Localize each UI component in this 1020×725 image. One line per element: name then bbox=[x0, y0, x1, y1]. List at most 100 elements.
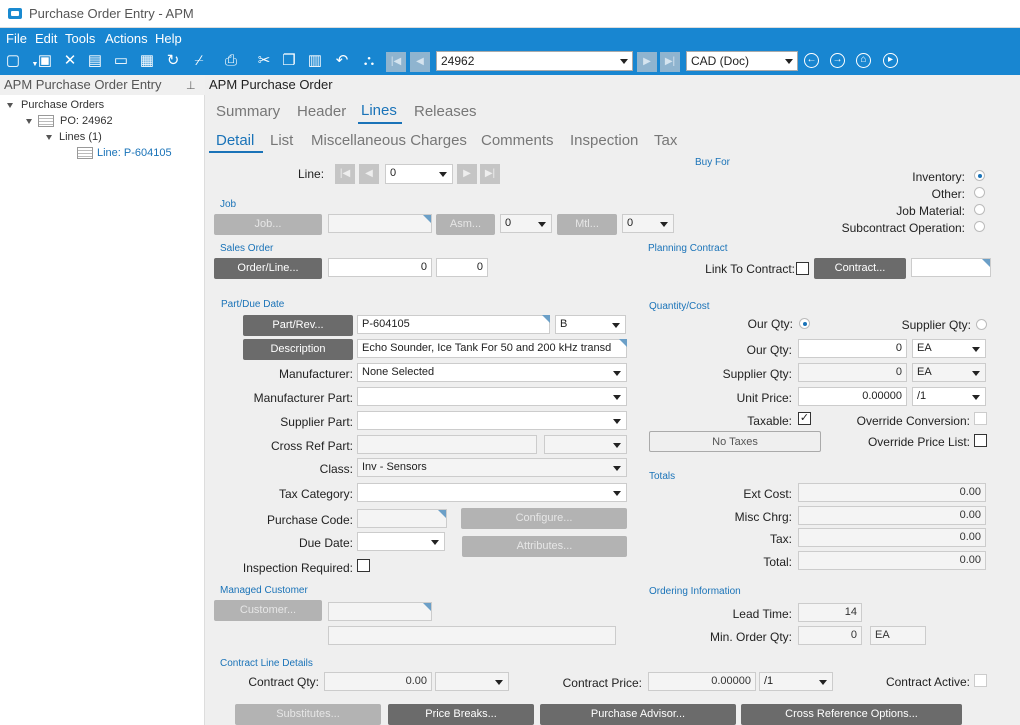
tree-node-purchase-orders[interactable]: Purchase Orders bbox=[21, 99, 104, 111]
attributes-button[interactable]: Attributes... bbox=[462, 536, 627, 557]
our-qty-radio[interactable] bbox=[799, 318, 810, 329]
prev-line-icon[interactable]: ◀ bbox=[359, 164, 379, 184]
paste-icon[interactable]: ▥ bbox=[306, 52, 324, 70]
menu-file[interactable]: File bbox=[6, 31, 27, 46]
tax-category-select[interactable] bbox=[357, 483, 627, 502]
manufacturer-part-select[interactable] bbox=[357, 387, 627, 406]
last-line-icon[interactable]: ▶| bbox=[480, 164, 500, 184]
job-button[interactable]: Job... bbox=[214, 214, 322, 235]
new-icon[interactable]: ▢ bbox=[4, 52, 22, 70]
override-conversion-checkbox[interactable] bbox=[974, 412, 987, 425]
contract-per-select[interactable]: /1 bbox=[759, 672, 833, 691]
cross-ref-rev-select[interactable] bbox=[544, 435, 627, 454]
expand-icon[interactable] bbox=[7, 103, 13, 108]
pin-icon[interactable]: ⊥ bbox=[186, 79, 196, 92]
mtl-button[interactable]: Mtl... bbox=[557, 214, 617, 235]
customer-button[interactable]: Customer... bbox=[214, 600, 322, 621]
prev-record-icon[interactable]: ◀ bbox=[410, 52, 430, 72]
subtab-tax[interactable]: Tax bbox=[654, 132, 677, 149]
tree-node-line[interactable]: Line: P-604105 bbox=[97, 147, 172, 159]
refresh-data-icon[interactable]: ▦ bbox=[138, 52, 156, 70]
override-price-list-checkbox[interactable] bbox=[974, 434, 987, 447]
line-select[interactable]: 0 bbox=[385, 164, 453, 184]
search-binoculars-icon[interactable]: ⛬ bbox=[360, 52, 378, 70]
order-field[interactable]: 0 bbox=[328, 258, 432, 277]
tab-summary[interactable]: Summary bbox=[216, 103, 280, 120]
undo-icon[interactable]: ↶ bbox=[333, 52, 351, 70]
tree-node-po[interactable]: PO: 24962 bbox=[60, 115, 113, 127]
tab-releases[interactable]: Releases bbox=[414, 103, 477, 120]
delete-icon[interactable]: ✕ bbox=[61, 52, 79, 70]
subtab-detail[interactable]: Detail bbox=[216, 132, 254, 149]
cross-ref-part-field[interactable] bbox=[357, 435, 537, 454]
subtab-comments[interactable]: Comments bbox=[481, 132, 554, 149]
supplier-part-select[interactable] bbox=[357, 411, 627, 430]
part-rev-button[interactable]: Part/Rev... bbox=[243, 315, 353, 336]
subtab-misc-charges[interactable]: Miscellaneous Charges bbox=[311, 132, 467, 149]
order-line-button[interactable]: Order/Line... bbox=[214, 258, 322, 279]
po-number-combo[interactable]: 24962 bbox=[436, 51, 633, 71]
attachments-icon[interactable]: ▤ bbox=[86, 52, 104, 70]
due-date-picker[interactable] bbox=[357, 532, 445, 551]
part-field[interactable]: P-604105 bbox=[357, 315, 550, 334]
supplier-qty-field[interactable]: 0 bbox=[798, 363, 907, 382]
forward-icon[interactable]: → bbox=[830, 53, 845, 68]
buy-for-inventory-radio[interactable] bbox=[974, 170, 985, 181]
copy-icon[interactable]: ❐ bbox=[280, 52, 298, 70]
expand-icon[interactable] bbox=[46, 135, 52, 140]
link-to-contract-checkbox[interactable] bbox=[796, 262, 809, 275]
menu-help[interactable]: Help bbox=[155, 31, 182, 46]
cross-reference-options-button[interactable]: Cross Reference Options... bbox=[741, 704, 962, 725]
price-per-select[interactable]: /1 bbox=[912, 387, 986, 406]
no-taxes-button[interactable]: No Taxes bbox=[649, 431, 821, 452]
description-field[interactable]: Echo Sounder, Ice Tank For 50 and 200 kH… bbox=[357, 339, 627, 358]
contract-button[interactable]: Contract... bbox=[814, 258, 906, 279]
tab-lines[interactable]: Lines bbox=[361, 102, 397, 119]
buy-for-job-material-radio[interactable] bbox=[974, 204, 985, 215]
contract-uom-select[interactable] bbox=[435, 672, 509, 691]
menu-edit[interactable]: Edit bbox=[35, 31, 57, 46]
menu-actions[interactable]: Actions bbox=[105, 31, 148, 46]
substitutes-button[interactable]: Substitutes... bbox=[235, 704, 381, 725]
asm-button[interactable]: Asm... bbox=[436, 214, 495, 235]
customer-field[interactable] bbox=[328, 602, 432, 621]
manufacturer-select[interactable]: None Selected bbox=[357, 363, 627, 382]
home-icon[interactable]: ⌂ bbox=[856, 53, 871, 68]
first-record-icon[interactable]: |◀ bbox=[386, 52, 406, 72]
subtab-list[interactable]: List bbox=[270, 132, 293, 149]
clear-icon[interactable]: ▭ bbox=[112, 52, 130, 70]
asm-select[interactable]: 0 bbox=[500, 214, 552, 233]
menu-tools[interactable]: Tools bbox=[65, 31, 95, 46]
buy-for-subcontract-radio[interactable] bbox=[974, 221, 985, 232]
description-button[interactable]: Description bbox=[243, 339, 353, 360]
tree-node-lines[interactable]: Lines (1) bbox=[59, 131, 102, 143]
buy-for-other-radio[interactable] bbox=[974, 187, 985, 198]
subtab-inspection[interactable]: Inspection bbox=[570, 132, 638, 149]
revision-select[interactable]: B bbox=[555, 315, 626, 334]
supplier-qty-radio[interactable] bbox=[976, 319, 987, 330]
job-field[interactable] bbox=[328, 214, 432, 233]
price-breaks-button[interactable]: Price Breaks... bbox=[388, 704, 534, 725]
tab-header[interactable]: Header bbox=[297, 103, 346, 120]
last-record-icon[interactable]: ▶| bbox=[660, 52, 680, 72]
supplier-uom-select[interactable]: EA bbox=[912, 363, 986, 382]
inspection-required-checkbox[interactable] bbox=[357, 559, 370, 572]
expand-icon[interactable] bbox=[26, 119, 32, 124]
taxable-checkbox[interactable]: ✓ bbox=[798, 412, 811, 425]
our-qty-field[interactable]: 0 bbox=[798, 339, 907, 358]
next-record-icon[interactable]: ▶ bbox=[637, 52, 657, 72]
contract-active-checkbox[interactable] bbox=[974, 674, 987, 687]
class-select[interactable]: Inv - Sensors bbox=[357, 458, 627, 477]
purchase-code-field[interactable] bbox=[357, 509, 447, 528]
refresh-icon[interactable]: ↻ bbox=[164, 52, 182, 70]
back-icon[interactable]: ← bbox=[804, 53, 819, 68]
print-icon[interactable]: ⎙ bbox=[222, 52, 240, 70]
play-icon[interactable]: ▸ bbox=[883, 53, 898, 68]
unit-price-field[interactable]: 0.00000 bbox=[798, 387, 907, 406]
currency-combo[interactable]: CAD (Doc) bbox=[686, 51, 798, 71]
contract-field[interactable] bbox=[911, 258, 991, 277]
next-line-icon[interactable]: ▶ bbox=[457, 164, 477, 184]
first-line-icon[interactable]: |◀ bbox=[335, 164, 355, 184]
order-line-field[interactable]: 0 bbox=[436, 258, 488, 277]
configure-button[interactable]: Configure... bbox=[461, 508, 627, 529]
